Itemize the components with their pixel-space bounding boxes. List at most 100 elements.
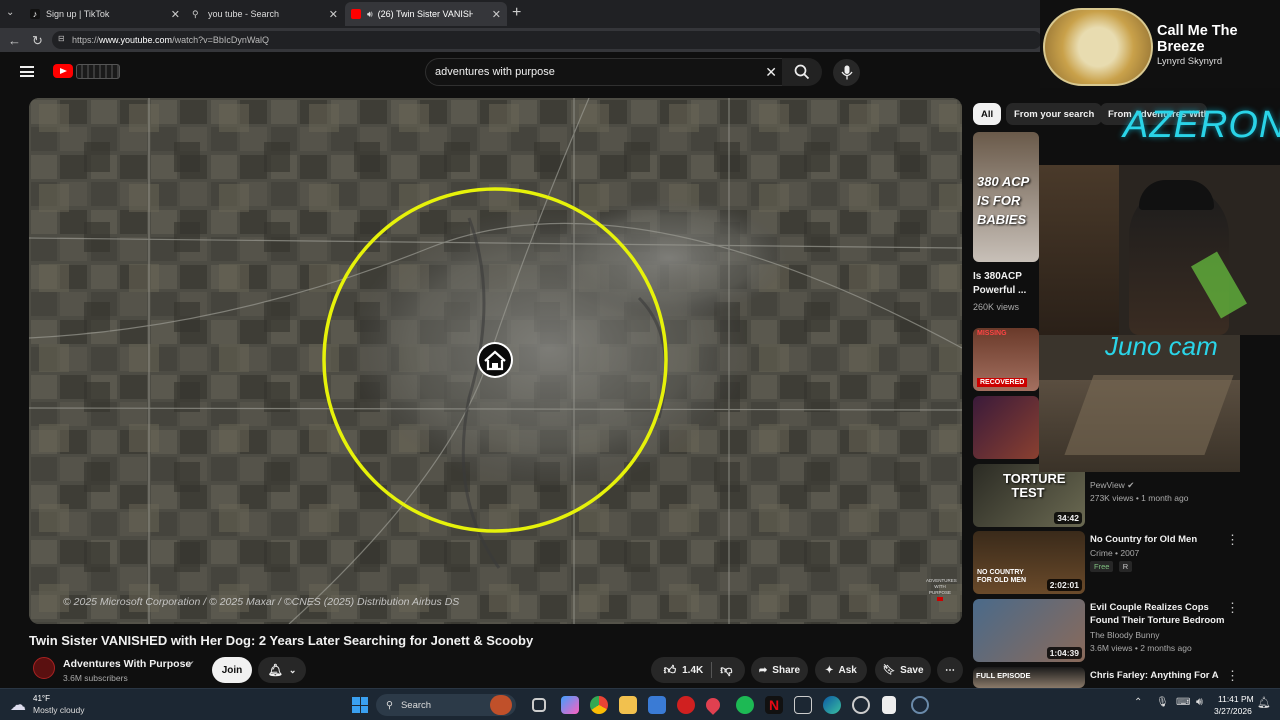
join-button[interactable]: Join: [212, 657, 252, 683]
song-artist: Lynyrd Skynyrd: [1157, 56, 1223, 67]
spotify-icon[interactable]: [736, 696, 754, 714]
ask-label: Ask: [838, 664, 857, 676]
xbox-icon[interactable]: [794, 696, 812, 714]
netflix-icon[interactable]: N: [765, 696, 783, 714]
duration-badge: 1:04:39: [1046, 647, 1082, 659]
save-label: Save: [900, 664, 924, 676]
ask-button[interactable]: ✦ Ask: [815, 657, 867, 683]
chrome-icon[interactable]: [590, 696, 608, 714]
duration-badge: 34:42: [1054, 512, 1082, 524]
share-icon: ➦: [758, 664, 768, 676]
clock-date[interactable]: 3/27/2026: [1214, 706, 1252, 716]
album-art: [1043, 8, 1153, 86]
close-tab-icon[interactable]: ✕: [171, 8, 180, 21]
more-actions-button[interactable]: ⋯: [937, 657, 963, 683]
tab-tiktok[interactable]: ♪ Sign up | TikTok ✕: [24, 2, 186, 26]
thumbnail-caption: NO COUNTRY FOR OLD MEN: [977, 569, 1026, 584]
back-arrow-icon[interactable]: ←: [8, 33, 21, 48]
channel-avatar[interactable]: [33, 657, 55, 679]
list-item[interactable]: FULL EPISODE Chris Farley: Anything For …: [973, 667, 1269, 688]
clock-time[interactable]: 11:41 PM: [1218, 694, 1254, 704]
weather-condition[interactable]: Mostly cloudy: [33, 705, 85, 715]
tab-label: Sign up | TikTok: [46, 9, 110, 19]
map-copyright-text: © 2025 Microsoft Corporation / © 2025 Ma…: [63, 596, 460, 608]
close-tab-icon[interactable]: ✕: [492, 8, 501, 21]
video-thumbnail[interactable]: FULL EPISODE: [973, 667, 1085, 688]
watermark-text: ADVENTURES WITH PURPOSE: [926, 578, 957, 595]
share-button[interactable]: ➦ Share: [751, 657, 808, 683]
bell-icon: 🔔︎: [267, 663, 283, 677]
address-bar[interactable]: ⊟ https://www.youtube.com/watch?v=BbIcDy…: [52, 31, 1042, 49]
more-icon[interactable]: ⋮: [1226, 600, 1239, 616]
verified-icon: ✔: [1127, 480, 1135, 490]
search-input[interactable]: adventures with purpose ✕: [425, 58, 788, 86]
search-icon: [794, 64, 810, 80]
speaker-icon[interactable]: 🔊︎: [367, 9, 373, 20]
new-tab-icon[interactable]: +: [512, 4, 521, 22]
task-view-icon[interactable]: [532, 698, 546, 712]
video-thumbnail[interactable]: TORTURE TEST 34:42: [973, 464, 1085, 527]
channel-name[interactable]: Adventures With Purpose: [63, 658, 191, 670]
copilot-icon[interactable]: [561, 696, 579, 714]
tab-youtube-video[interactable]: 🔊︎ (26) Twin Sister VANISHED wi ✕: [345, 2, 507, 26]
more-icon[interactable]: ⋮: [1226, 532, 1239, 548]
bookmark-icon: 🔖︎: [882, 664, 896, 676]
rating-badge: R: [1118, 561, 1133, 572]
volume-icon[interactable]: 🔊︎: [1196, 696, 1203, 709]
save-button[interactable]: 🔖︎ Save: [875, 657, 931, 683]
store-icon[interactable]: [648, 696, 666, 714]
video-title: Twin Sister VANISHED with Her Dog: 2 Yea…: [29, 633, 534, 648]
like-button[interactable]: 👍︎ 1.4K: [664, 663, 704, 678]
url-host: www.youtube.com: [99, 35, 173, 45]
video-title: Is 380ACP Powerful ...: [973, 271, 1027, 296]
video-thumbnail[interactable]: MISSING RECOVERED: [973, 328, 1039, 391]
close-tab-icon[interactable]: ✕: [329, 8, 338, 21]
juno-cam-label: Juno cam: [1105, 335, 1218, 361]
video-thumbnail[interactable]: [973, 396, 1039, 459]
channel-watermark[interactable]: ADVENTURES WITH PURPOSE: [926, 578, 957, 606]
file-explorer-icon[interactable]: [619, 696, 637, 714]
microphone-icon[interactable]: 🎙︎: [1156, 697, 1169, 708]
video-player[interactable]: © 2025 Microsoft Corporation / © 2025 Ma…: [29, 98, 962, 624]
youtube-doodle-logo[interactable]: [76, 64, 120, 79]
weather-icon[interactable]: ☁: [10, 695, 26, 715]
tab-list-chevron-icon[interactable]: ⌄: [6, 7, 14, 18]
thumbnail-caption: 380 ACP IS FOR BABIES: [977, 174, 1029, 227]
thumbs-down-icon[interactable]: 👎︎: [720, 663, 732, 678]
chip-all[interactable]: All: [973, 103, 1002, 125]
chevron-up-icon[interactable]: ⌃: [1134, 697, 1142, 708]
webcam-overlay: [1039, 165, 1280, 335]
chevron-down-icon: ⌄: [288, 664, 297, 675]
subscriber-count: 3.6M subscribers: [63, 673, 128, 683]
location-pin-icon[interactable]: [703, 695, 723, 715]
more-icon[interactable]: ⋮: [1226, 668, 1239, 684]
edge-icon[interactable]: [823, 696, 841, 714]
video-title: Chris Farley: Anything For A: [1090, 670, 1219, 681]
settings-icon[interactable]: [852, 696, 870, 714]
search-query-text: adventures with purpose: [435, 66, 555, 78]
steam-icon[interactable]: [911, 696, 929, 714]
url-prefix: https://: [72, 35, 100, 45]
video-thumbnail[interactable]: 380 ACP IS FOR BABIES: [973, 132, 1039, 262]
weather-temperature[interactable]: 41°F: [33, 694, 50, 703]
notepad-icon[interactable]: [882, 696, 896, 714]
start-button[interactable]: [352, 697, 368, 713]
menu-icon[interactable]: [20, 66, 34, 77]
youtube-logo[interactable]: [53, 64, 73, 78]
network-icon[interactable]: ⌨: [1176, 697, 1190, 708]
notification-bell-icon[interactable]: 🔔︎: [1257, 696, 1271, 709]
channel-name: PewView ✔: [1090, 480, 1135, 490]
video-thumbnail[interactable]: 1:04:39: [973, 599, 1085, 662]
voice-search-button[interactable]: [833, 59, 860, 86]
red-app-icon[interactable]: [677, 696, 695, 714]
search-button[interactable]: [782, 58, 822, 86]
chip-from-your-search[interactable]: From your search: [1006, 103, 1103, 125]
chip-label: From your search: [1014, 108, 1095, 120]
subscribed-notification-button[interactable]: 🔔︎ ⌄: [258, 657, 306, 683]
taskbar-search[interactable]: ⚲ Search: [376, 694, 516, 716]
clear-search-icon[interactable]: ✕: [765, 64, 777, 81]
reload-icon[interactable]: ↻: [32, 33, 43, 49]
tab-youtube-search[interactable]: ⚲ you tube - Search ✕: [186, 2, 344, 26]
video-thumbnail[interactable]: NO COUNTRY FOR OLD MEN 2:02:01: [973, 531, 1085, 594]
site-info-icon[interactable]: ⊟: [58, 34, 65, 43]
